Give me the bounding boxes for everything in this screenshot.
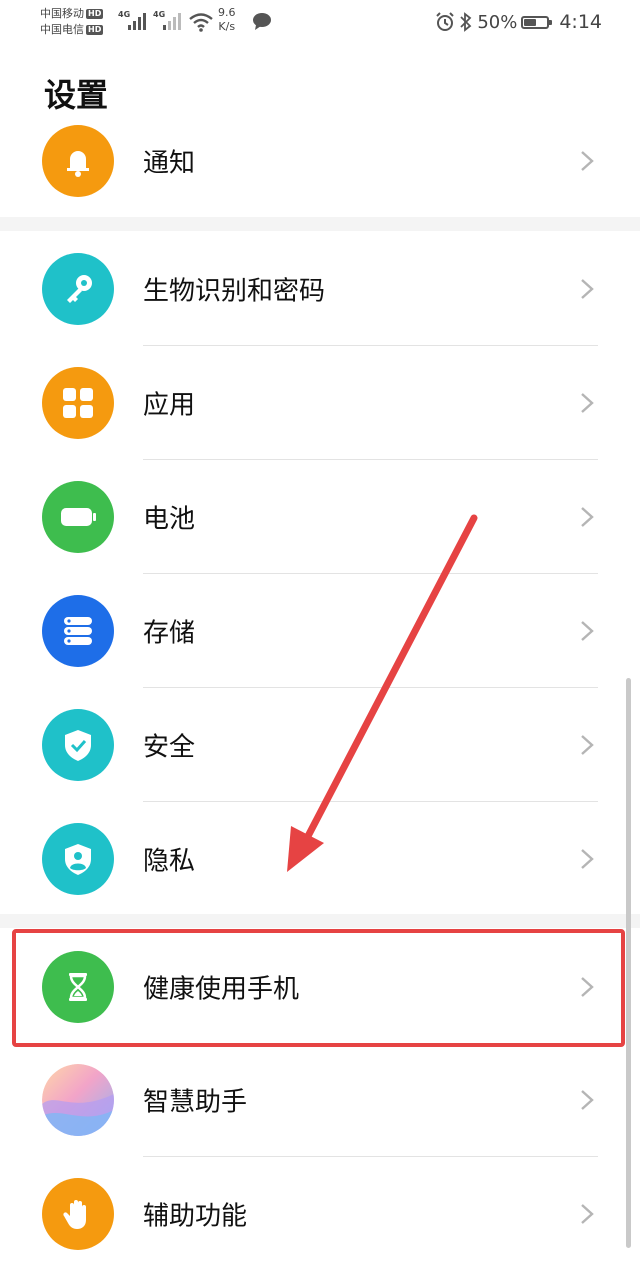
settings-item-label: 生物识别和密码 — [143, 276, 326, 307]
chevron-right-icon — [581, 1204, 594, 1224]
network-type-2: 4G — [153, 10, 166, 19]
network-speed: 9.6 K/s — [218, 6, 236, 34]
settings-item-label: 隐私 — [143, 846, 196, 877]
battery-icon — [42, 481, 114, 553]
chat-notification-icon — [253, 13, 271, 30]
carrier-1: 中国移动 — [40, 7, 84, 20]
key-icon — [42, 253, 114, 325]
settings-item-privacy[interactable]: 隐私 — [0, 802, 640, 916]
cell-signal-icon: 4G — [118, 10, 150, 36]
chevron-right-icon — [581, 1090, 594, 1110]
settings-item-biometrics-password[interactable]: 生物识别和密码 — [0, 232, 640, 346]
settings-item-digital-balance[interactable]: 健康使用手机 — [0, 929, 640, 1045]
settings-item-label: 辅助功能 — [143, 1201, 248, 1232]
chevron-right-icon — [581, 621, 594, 641]
hourglass-icon — [42, 951, 114, 1023]
chevron-right-icon — [581, 507, 594, 527]
settings-item-label: 电池 — [143, 504, 196, 535]
settings-item-security[interactable]: 安全 — [0, 688, 640, 802]
settings-item-accessibility[interactable]: 辅助功能 — [0, 1157, 640, 1271]
battery-percent: 50% — [477, 11, 518, 33]
carrier-info: 中国移动 HD 中国电信 HD — [40, 6, 104, 38]
status-right: 50% 4:14 — [435, 9, 602, 35]
smart-assistant-icon — [42, 1064, 114, 1136]
speed-unit: K/s — [218, 20, 236, 33]
settings-item-label: 健康使用手机 — [143, 974, 300, 1005]
carrier-2: 中国电信 — [40, 23, 84, 36]
chevron-right-icon — [581, 735, 594, 755]
settings-item-label: 存储 — [143, 618, 196, 649]
storage-icon — [42, 595, 114, 667]
settings-item-battery[interactable]: 电池 — [0, 460, 640, 574]
settings-item-label: 安全 — [143, 732, 196, 763]
chevron-right-icon — [581, 849, 594, 869]
settings-item-notifications[interactable]: 通知 — [0, 104, 640, 218]
bell-icon — [42, 125, 114, 197]
settings-item-label: 应用 — [143, 390, 196, 421]
hd-badge: HD — [86, 9, 104, 19]
wifi-icon — [189, 13, 213, 32]
scrollbar[interactable] — [626, 678, 631, 1248]
group-separator — [0, 217, 640, 231]
alarm-icon — [436, 12, 455, 31]
chevron-right-icon — [581, 977, 594, 997]
chevron-right-icon — [581, 151, 594, 171]
hand-icon — [42, 1178, 114, 1250]
speed-value: 9.6 — [218, 6, 236, 19]
settings-item-apps[interactable]: 应用 — [0, 346, 640, 460]
bluetooth-icon — [460, 12, 472, 32]
settings-item-smart-assistant[interactable]: 智慧助手 — [0, 1043, 640, 1157]
status-bar: 中国移动 HD 中国电信 HD 4G 4G 9.6 K/s 50% 4:14 — [0, 0, 640, 44]
settings-item-label: 通知 — [143, 148, 196, 179]
chevron-right-icon — [581, 393, 594, 413]
settings-item-storage[interactable]: 存储 — [0, 574, 640, 688]
status-time: 4:14 — [559, 11, 602, 33]
privacy-shield-icon — [42, 823, 114, 895]
settings-item-label: 智慧助手 — [143, 1087, 248, 1118]
apps-grid-icon — [42, 367, 114, 439]
battery-icon — [521, 15, 553, 29]
hd-badge: HD — [86, 25, 104, 35]
group-separator — [0, 914, 640, 928]
network-type-1: 4G — [118, 10, 131, 19]
cell-signal-2-icon: 4G — [153, 10, 185, 36]
shield-check-icon — [42, 709, 114, 781]
chevron-right-icon — [581, 279, 594, 299]
